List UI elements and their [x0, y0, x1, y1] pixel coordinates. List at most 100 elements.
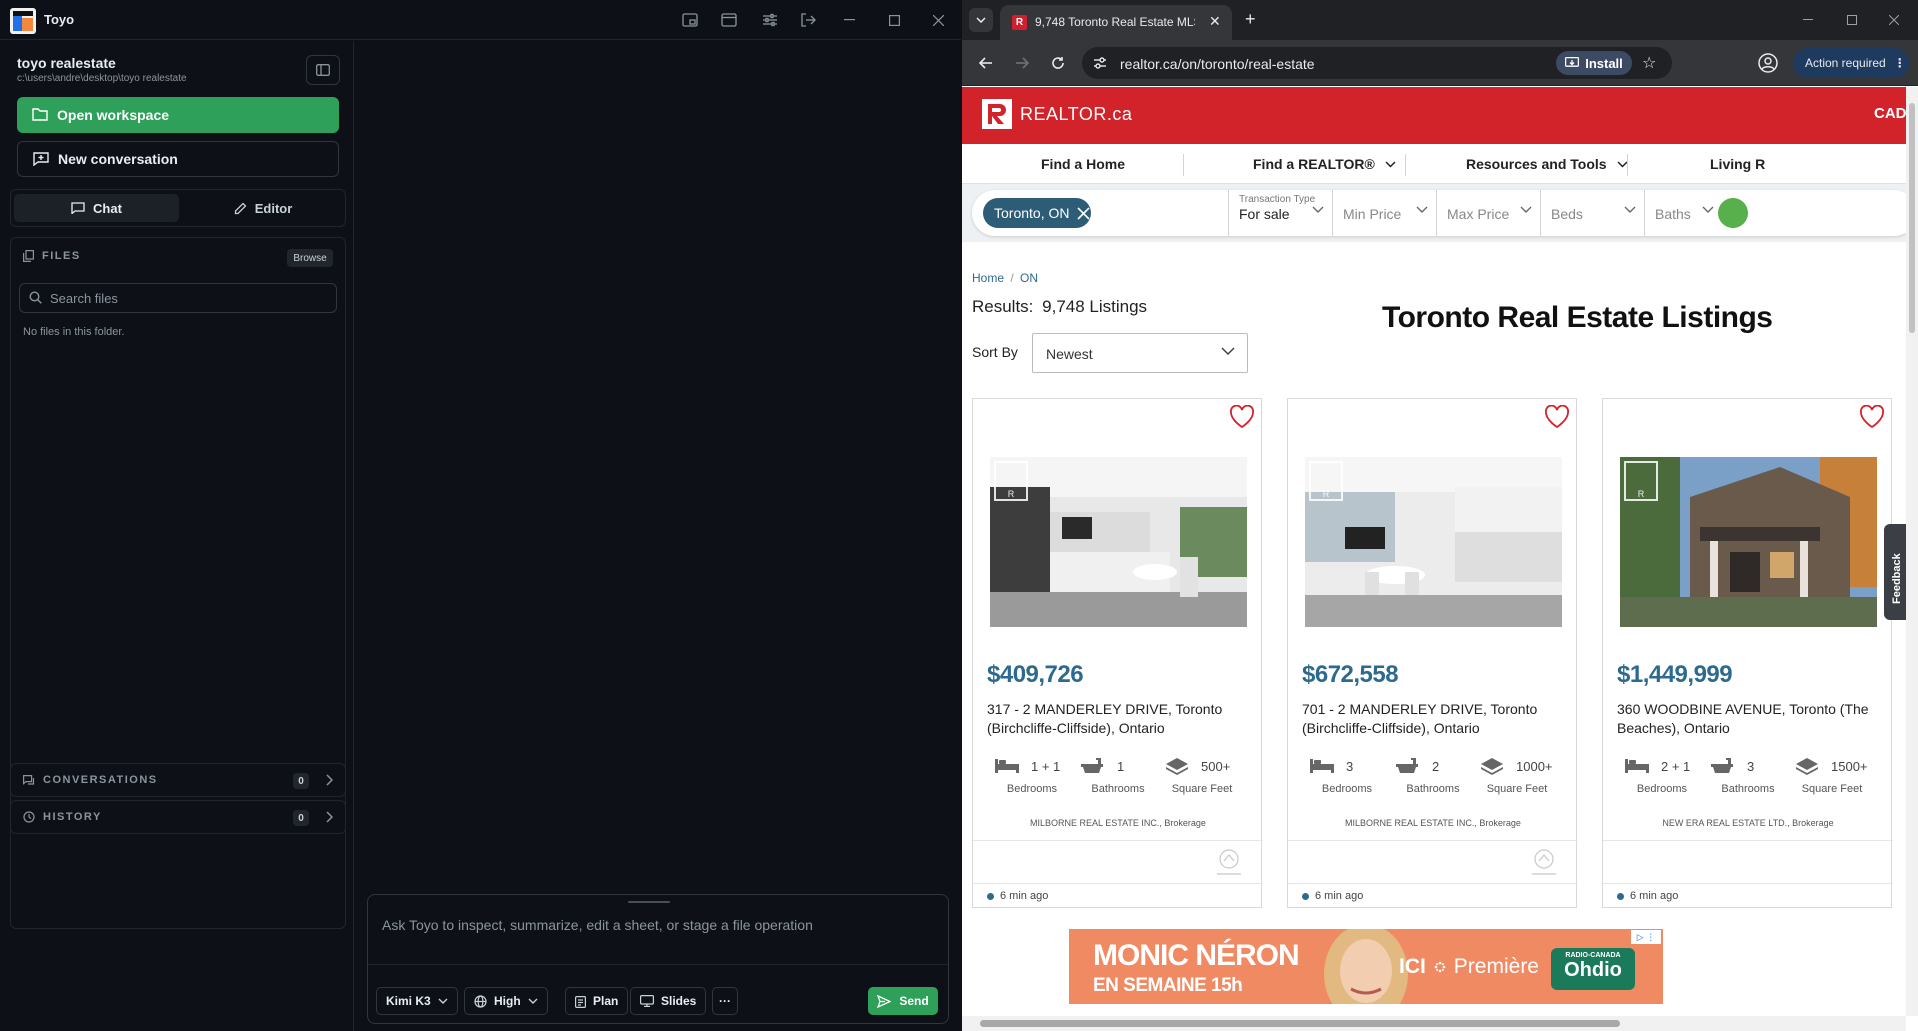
- tab-close-icon[interactable]: ✕: [1209, 13, 1221, 30]
- favorite-heart-icon[interactable]: [1229, 405, 1255, 429]
- model-select[interactable]: Kimi K3: [376, 987, 458, 1015]
- breadcrumb-home[interactable]: Home: [972, 271, 1004, 285]
- history-section[interactable]: HISTORY 0: [10, 800, 346, 834]
- nav-divider: [1627, 154, 1628, 176]
- conversations-section[interactable]: CONVERSATIONS 0: [10, 763, 346, 797]
- floor-area-icon: [1166, 758, 1188, 775]
- forward-button[interactable]: [1010, 51, 1034, 75]
- nav-find-a-realtor[interactable]: Find a REALTOR®: [1253, 156, 1396, 172]
- more-options-button[interactable]: ···: [712, 987, 738, 1015]
- back-button[interactable]: [974, 51, 998, 75]
- listing-address[interactable]: 701 - 2 MANDERLEY DRIVE, Toronto (Birchc…: [1302, 700, 1570, 738]
- install-app-button[interactable]: Install: [1556, 51, 1632, 75]
- listing-photo[interactable]: R: [1305, 457, 1562, 627]
- open-workspace-button[interactable]: Open workspace: [17, 97, 339, 133]
- beds-select[interactable]: Beds: [1540, 190, 1644, 236]
- picture-in-picture-icon[interactable]: [679, 10, 701, 30]
- ohdio-logo: RADIO-CANADA Ohdio: [1551, 948, 1635, 990]
- listing-photo[interactable]: R: [990, 457, 1247, 627]
- chevron-down-icon: [1312, 206, 1324, 213]
- bedrooms-value: 1 + 1: [1031, 759, 1061, 774]
- browser-maximize-button[interactable]: [1832, 8, 1872, 32]
- action-required-button[interactable]: Action required ⋮: [1793, 48, 1909, 78]
- sign-out-icon[interactable]: [797, 10, 819, 30]
- tab-search-button[interactable]: [969, 8, 993, 32]
- tab-title: 9,748 Toronto Real Estate MLS®: [1035, 15, 1195, 29]
- bathrooms-feature: 1 Bathrooms: [1073, 757, 1163, 801]
- tab-chat[interactable]: Chat: [14, 194, 179, 222]
- search-filters: Toronto, ON Transaction Type For sale Mi…: [972, 190, 1906, 236]
- realtor-favicon-icon: R: [1012, 15, 1027, 30]
- arrow-left-icon: [979, 57, 992, 69]
- browser-window-icon[interactable]: [718, 10, 740, 30]
- posted-time-label: 6 min ago: [1315, 890, 1364, 902]
- close-button[interactable]: [920, 6, 956, 34]
- browser-tab-active[interactable]: R 9,748 Toronto Real Estate MLS® ✕: [1000, 5, 1232, 40]
- min-price-select[interactable]: Min Price: [1332, 190, 1436, 236]
- nav-resources-and-tools[interactable]: Resources and Tools: [1466, 156, 1628, 172]
- search-submit-button[interactable]: [1718, 198, 1748, 228]
- ad-choices-icon[interactable]: ▷ ⋮: [1631, 930, 1661, 944]
- toyo-app-window: Toyo toyo realestate c:\users\andre\desk…: [0, 0, 961, 1031]
- max-price-select[interactable]: Max Price: [1436, 190, 1540, 236]
- listing-card[interactable]: R $409,726 317 - 2 MANDERLEY DRIVE, Toro…: [972, 398, 1263, 908]
- composer-resize-handle[interactable]: [628, 901, 670, 903]
- browser-minimize-button[interactable]: [1788, 8, 1828, 32]
- tab-editor[interactable]: Editor: [183, 194, 343, 222]
- location-chip[interactable]: Toronto, ON: [983, 198, 1091, 228]
- advertisement-banner[interactable]: MONIC NÉRON EN SEMAINE 15h ICI Première …: [1069, 929, 1663, 1004]
- horizontal-scrollbar[interactable]: [962, 1016, 1906, 1031]
- plan-button[interactable]: Plan: [565, 987, 629, 1015]
- send-button[interactable]: Send: [868, 987, 938, 1015]
- collapse-sidebar-button[interactable]: [306, 55, 340, 85]
- transaction-type-value: For sale: [1239, 206, 1290, 222]
- favorite-heart-icon[interactable]: [1544, 405, 1570, 429]
- listing-address[interactable]: 317 - 2 MANDERLEY DRIVE, Toronto (Birchc…: [987, 700, 1255, 738]
- nav-living-room[interactable]: Living R: [1710, 156, 1765, 172]
- browser-close-button[interactable]: [1874, 8, 1914, 32]
- search-files-input[interactable]: [19, 283, 337, 313]
- realtor-brand[interactable]: REALTOR.ca: [1020, 104, 1132, 125]
- minimize-button[interactable]: [831, 6, 867, 34]
- vertical-scroll-thumb[interactable]: [1909, 103, 1915, 333]
- new-conversation-label: New conversation: [58, 151, 178, 167]
- slides-button[interactable]: Slides: [630, 987, 707, 1015]
- maximize-button[interactable]: [876, 6, 912, 34]
- send-label: Send: [899, 994, 929, 1008]
- listing-card[interactable]: R $1,449,999 360 WOODBINE AVENUE, Toront…: [1602, 398, 1893, 908]
- remove-location-icon[interactable]: [1077, 206, 1091, 220]
- transaction-type-select[interactable]: Transaction Type For sale: [1228, 190, 1332, 236]
- listing-photo[interactable]: R: [1620, 457, 1877, 627]
- nav-find-a-home[interactable]: Find a Home: [1041, 156, 1125, 172]
- favorite-heart-icon[interactable]: [1859, 405, 1885, 429]
- sort-by-select[interactable]: Newest: [1032, 333, 1248, 373]
- currency-selector[interactable]: CAD: [1874, 105, 1906, 122]
- new-tab-button[interactable]: +: [1245, 9, 1256, 30]
- breadcrumb-on[interactable]: ON: [1020, 271, 1038, 285]
- horizontal-scroll-thumb[interactable]: [980, 1020, 1620, 1027]
- effort-select[interactable]: High: [464, 987, 548, 1015]
- conversations-title: CONVERSATIONS: [43, 774, 158, 786]
- composer-input[interactable]: [368, 911, 948, 965]
- vertical-scrollbar[interactable]: [1906, 87, 1918, 1016]
- brokerage-name: MILBORNE REAL ESTATE INC., Brokerage: [1030, 818, 1206, 828]
- baths-select[interactable]: Baths: [1644, 190, 1722, 236]
- brokerage-logo-strip: [973, 840, 1263, 884]
- feedback-tab[interactable]: Feedback: [1884, 524, 1906, 620]
- bookmark-star-icon[interactable]: ☆: [1642, 53, 1656, 73]
- listing-address[interactable]: 360 WOODBINE AVENUE, Toronto (The Beache…: [1617, 700, 1885, 738]
- new-conversation-button[interactable]: New conversation: [17, 141, 339, 177]
- max-price-placeholder: Max Price: [1447, 206, 1510, 222]
- history-icon: [23, 811, 35, 823]
- profile-icon[interactable]: [1757, 52, 1779, 74]
- reload-button[interactable]: [1046, 51, 1070, 75]
- settings-sliders-icon[interactable]: [759, 10, 781, 30]
- listing-card[interactable]: R $672,558 701 - 2 MANDERLEY DRIVE, Toro…: [1287, 398, 1578, 908]
- chevron-down-icon: [1416, 206, 1428, 213]
- bedrooms-value: 2 + 1: [1661, 759, 1691, 774]
- new-listing-dot: [1617, 892, 1624, 900]
- browse-button[interactable]: Browse: [287, 249, 333, 267]
- brokerage-logo-strip: [1603, 840, 1893, 884]
- realtor-logo-icon[interactable]: [982, 99, 1012, 129]
- address-bar[interactable]: realtor.ca/on/toronto/real-estate Instal…: [1082, 47, 1672, 79]
